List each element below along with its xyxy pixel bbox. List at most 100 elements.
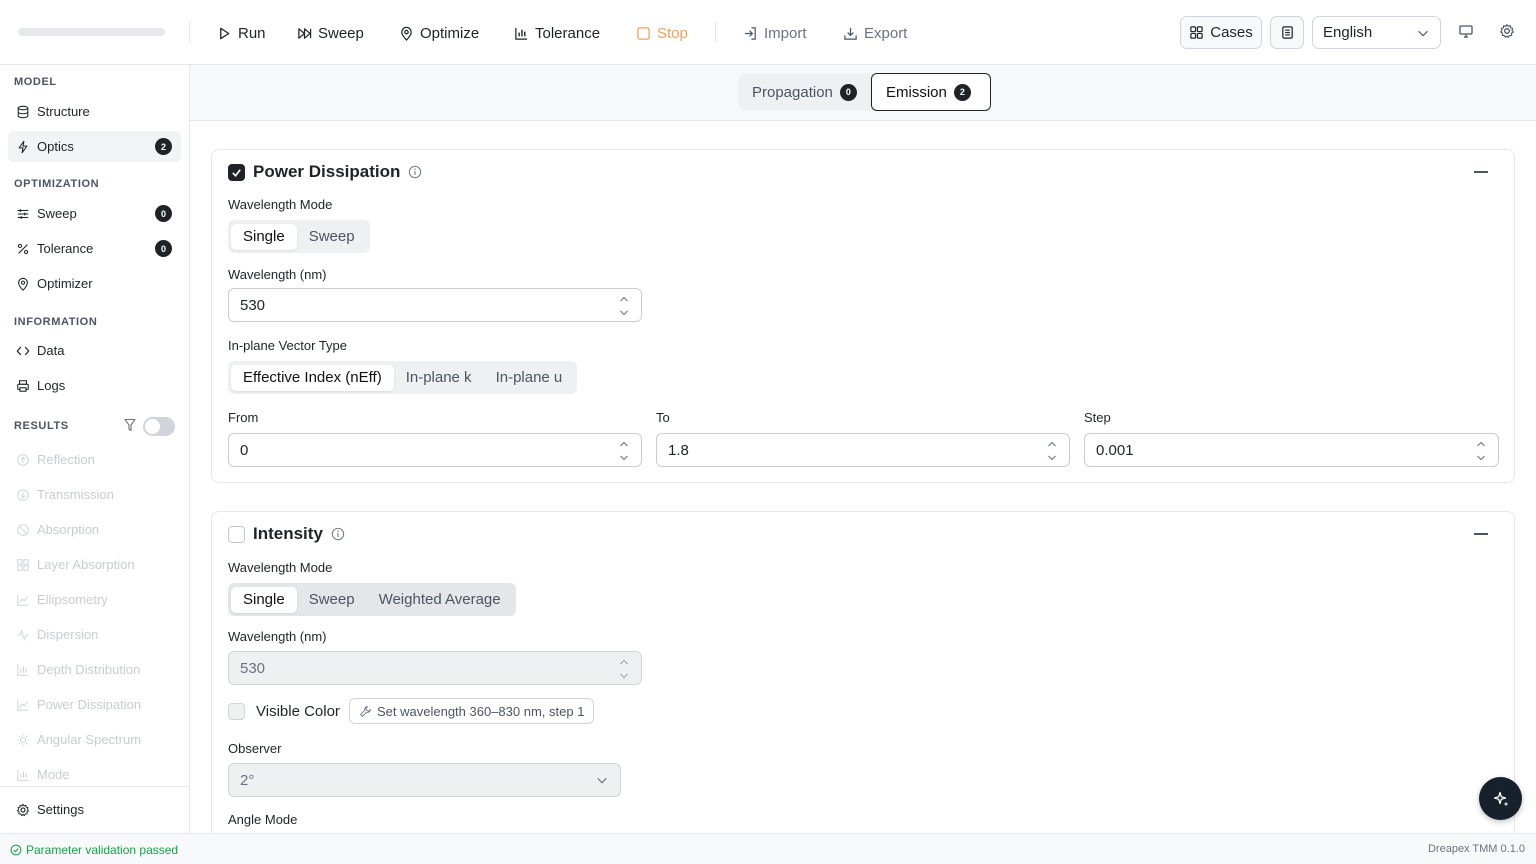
- sidebar-item-optics[interactable]: Optics 2: [8, 131, 181, 162]
- map-pin-icon: [401, 26, 412, 41]
- check-icon: [232, 168, 241, 177]
- stop-square-icon: [637, 26, 650, 40]
- wavelength-mode-single[interactable]: Single: [231, 223, 297, 250]
- tab-emission[interactable]: Emission 2: [871, 73, 991, 111]
- sliders-icon: [17, 208, 29, 219]
- cases-button[interactable]: Cases: [1180, 16, 1262, 49]
- arrow-up-circle-icon: [17, 453, 29, 466]
- visible-color-checkbox[interactable]: [228, 703, 245, 720]
- sidebar-item-structure[interactable]: Structure: [8, 96, 181, 127]
- language-select[interactable]: English: [1312, 16, 1441, 49]
- sidebar-item-optimizer[interactable]: Optimizer: [8, 268, 181, 299]
- import-button[interactable]: Import: [743, 20, 807, 46]
- notes-button[interactable]: [1270, 16, 1304, 49]
- sidebar-item-sweep[interactable]: Sweep 0: [8, 198, 181, 229]
- from-input[interactable]: 0: [228, 433, 642, 467]
- skip-forward-icon: [298, 27, 312, 39]
- observer-label: Observer: [228, 741, 282, 756]
- document-icon: [1281, 26, 1293, 39]
- set-wavelength-button[interactable]: Set wavelength 360–830 nm, step 1: [349, 698, 595, 724]
- power-dissipation-title: Power Dissipation: [253, 162, 401, 181]
- stop-button[interactable]: Stop: [636, 20, 688, 46]
- collapse-button[interactable]: [1474, 171, 1488, 173]
- cases-label: Cases: [1210, 24, 1253, 41]
- activity-icon: [17, 628, 29, 641]
- monitor-icon: [1459, 25, 1473, 38]
- bar-chart-icon: [17, 664, 29, 676]
- display-button[interactable]: [1457, 22, 1475, 40]
- stepper-icon[interactable]: [1476, 440, 1486, 462]
- vector-type-k[interactable]: In-plane k: [394, 365, 484, 391]
- export-button[interactable]: Export: [843, 20, 907, 46]
- gear-icon: [17, 803, 29, 816]
- info-icon[interactable]: [331, 527, 345, 541]
- intensity-wavelength-input[interactable]: 530: [228, 651, 642, 685]
- sidebar-label-depth-distribution: Depth Distribution: [37, 662, 141, 677]
- step-value: 0.001: [1096, 441, 1134, 459]
- intensity-wavelength-label: Wavelength (nm): [228, 629, 327, 644]
- intensity-header: Intensity: [228, 524, 345, 544]
- wavelength-mode-sweep[interactable]: Sweep: [297, 224, 367, 250]
- sidebar-label-sweep: Sweep: [37, 206, 77, 221]
- results-filter-toggle[interactable]: [143, 417, 175, 436]
- sidebar-item-tolerance[interactable]: Tolerance 0: [8, 233, 181, 264]
- sidebar-item-power-dissipation: Power Dissipation: [8, 689, 181, 720]
- printer-icon: [17, 379, 29, 392]
- sparkles-icon: [1493, 791, 1508, 806]
- intensity-mode-weighted[interactable]: Weighted Average: [367, 587, 513, 613]
- intensity-card: Intensity Wavelength Mode Single Sweep W…: [211, 511, 1515, 833]
- run-button[interactable]: Run: [217, 20, 266, 46]
- step-label: Step: [1084, 410, 1111, 425]
- stepper-icon[interactable]: [1047, 440, 1057, 462]
- sidebar-item-data[interactable]: Data: [8, 335, 181, 366]
- observer-select[interactable]: 2°: [228, 763, 621, 797]
- sidebar-label-structure: Structure: [37, 104, 90, 119]
- set-wavelength-label: Set wavelength 360–830 nm, step 1: [377, 703, 585, 719]
- export-label: Export: [864, 24, 908, 42]
- section-title-information: INFORMATION: [14, 316, 98, 328]
- percent-icon: [17, 243, 29, 254]
- intensity-mode-sweep[interactable]: Sweep: [297, 587, 367, 613]
- sidebar-label-settings: Settings: [37, 802, 84, 817]
- sidebar-item-angular-spectrum: Angular Spectrum: [8, 724, 181, 755]
- angle-mode-label: Angle Mode: [228, 812, 298, 827]
- sidebar-label-transmission: Transmission: [37, 487, 114, 502]
- run-label: Run: [238, 24, 266, 42]
- optimize-button[interactable]: Optimize: [399, 20, 479, 46]
- to-input[interactable]: 1.8: [656, 433, 1070, 467]
- ai-assistant-button[interactable]: [1479, 777, 1522, 820]
- stepper-icon[interactable]: [619, 658, 629, 680]
- step-input[interactable]: 0.001: [1084, 433, 1499, 467]
- power-dissipation-card: Power Dissipation Wavelength Mode Single…: [211, 149, 1515, 483]
- collapse-button[interactable]: [1474, 533, 1488, 535]
- intensity-mode-single[interactable]: Single: [231, 586, 297, 613]
- stepper-icon[interactable]: [619, 440, 629, 462]
- vector-type-u[interactable]: In-plane u: [484, 365, 575, 391]
- tolerance-count-badge: 0: [155, 240, 172, 257]
- stepper-icon[interactable]: [619, 295, 629, 317]
- sweep-button[interactable]: Sweep: [297, 20, 364, 46]
- wavelength-value: 530: [240, 296, 266, 314]
- intensity-wavelength-mode-label: Wavelength Mode: [228, 560, 333, 575]
- sidebar-label-dispersion: Dispersion: [37, 627, 99, 642]
- bar-chart-icon: [17, 769, 29, 781]
- import-label: Import: [764, 24, 807, 42]
- power-dissipation-checkbox[interactable]: [228, 163, 245, 181]
- tolerance-button[interactable]: Tolerance: [514, 20, 600, 46]
- download-icon: [844, 27, 857, 40]
- tab-propagation[interactable]: Propagation 0: [738, 73, 871, 111]
- sidebar-item-settings[interactable]: Settings: [8, 794, 181, 825]
- filter-icon[interactable]: [124, 418, 136, 432]
- intensity-checkbox[interactable]: [228, 525, 245, 543]
- vector-type-neff[interactable]: Effective Index (nEff): [231, 364, 394, 391]
- map-pin-icon: [18, 277, 28, 291]
- sidebar-label-power-dissipation: Power Dissipation: [37, 697, 142, 712]
- wavelength-input[interactable]: 530: [228, 288, 642, 322]
- sidebar-label-optics: Optics: [37, 139, 74, 154]
- sidebar-item-logs[interactable]: Logs: [8, 370, 181, 401]
- settings-gear-button[interactable]: [1498, 22, 1516, 40]
- layout-grid-icon: [17, 558, 29, 571]
- sidebar-item-layer-absorption: Layer Absorption: [8, 549, 181, 580]
- info-icon[interactable]: [408, 165, 422, 179]
- sidebar-item-depth-distribution: Depth Distribution: [8, 654, 181, 685]
